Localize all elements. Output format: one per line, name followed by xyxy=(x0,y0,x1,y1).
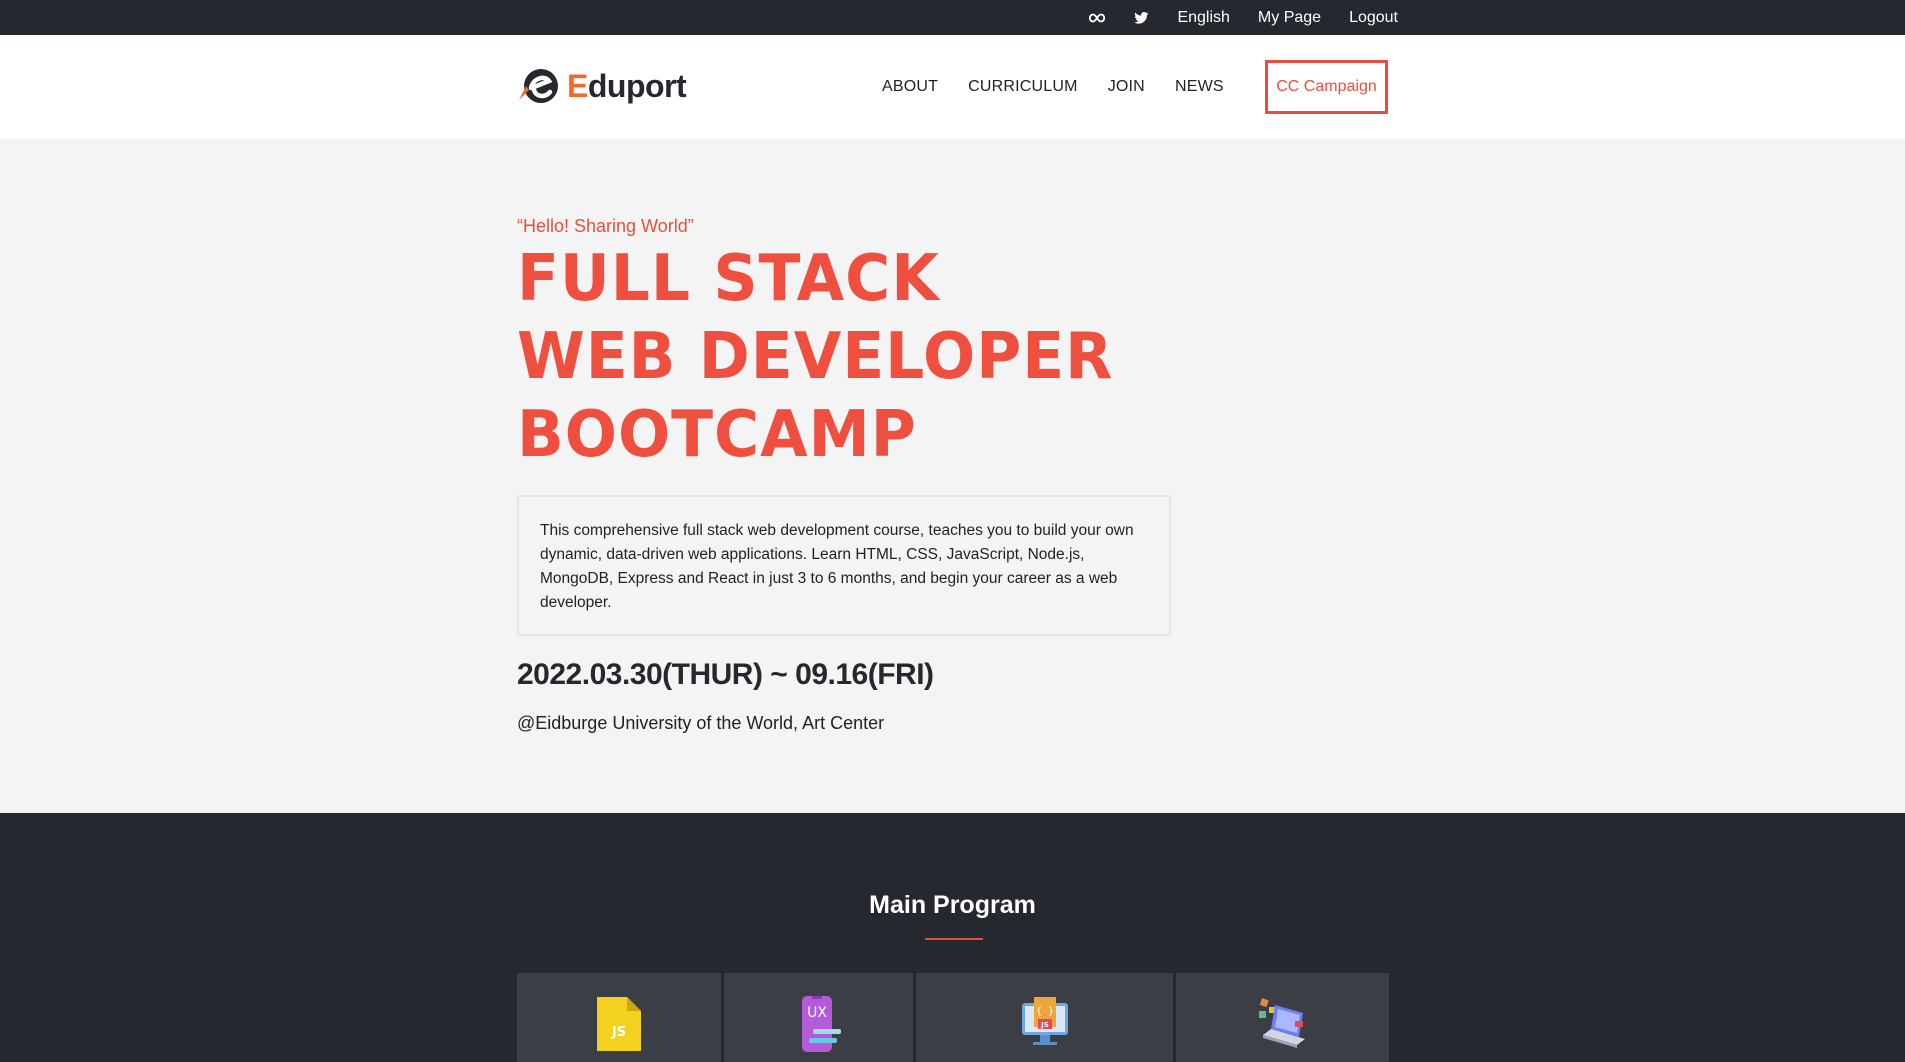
my-page-link[interactable]: My Page xyxy=(1258,9,1321,27)
headline-line-2: WEB DEVELOPER xyxy=(517,320,1114,394)
twitter-bird-icon[interactable] xyxy=(1133,10,1149,26)
nav-about[interactable]: ABOUT xyxy=(882,78,938,96)
top-utility-links: English My Page Logout xyxy=(1089,0,1398,35)
site-logo[interactable]: Eduport xyxy=(517,65,687,107)
program-card-ux[interactable]: UX xyxy=(724,973,913,1062)
main-nav: ABOUT CURRICULUM JOIN NEWS xyxy=(882,35,1224,139)
main-program-section: Main Program JS UX { } JS xyxy=(0,813,1905,1062)
program-card-design[interactable] xyxy=(1176,973,1389,1062)
svg-text:JS: JS xyxy=(611,1025,626,1040)
logo-wordmark: Eduport xyxy=(567,67,687,104)
meta-infinity-icon[interactable] xyxy=(1089,10,1106,26)
course-venue: @Eidburge University of the World, Art C… xyxy=(517,713,885,733)
language-link[interactable]: English xyxy=(1177,9,1229,27)
nav-join[interactable]: JOIN xyxy=(1108,78,1145,96)
title-underline xyxy=(925,938,983,940)
course-description: This comprehensive full stack web develo… xyxy=(517,495,1171,636)
eduport-e-logo-icon xyxy=(519,69,558,103)
hero-tagline: “Hello! Sharing World” xyxy=(517,216,694,236)
headline-line-1: FULL STACK xyxy=(517,242,940,316)
js-file-icon: JS xyxy=(597,997,641,1051)
headline-line-3: BOOTCAMP xyxy=(517,398,917,472)
program-title: Main Program xyxy=(869,891,1036,919)
hero-section: “Hello! Sharing World” FULL STACK WEB DE… xyxy=(0,139,1905,813)
course-dates: 2022.03.30(THUR) ~ 09.16(FRI) xyxy=(517,658,934,691)
laptop-design-icon xyxy=(1258,998,1305,1048)
program-cards: JS UX { } JS xyxy=(517,973,1389,1062)
logout-link[interactable]: Logout xyxy=(1349,9,1398,27)
nav-news[interactable]: NEWS xyxy=(1175,78,1224,96)
main-header: Eduport ABOUT CURRICULUM JOIN NEWS CC Ca… xyxy=(0,35,1905,139)
program-card-web[interactable]: { } JS xyxy=(916,973,1173,1062)
cc-campaign-button[interactable]: CC Campaign xyxy=(1265,60,1388,114)
top-utility-bar: English My Page Logout xyxy=(0,0,1905,35)
nav-curriculum[interactable]: CURRICULUM xyxy=(968,78,1078,96)
svg-text:UX: UX xyxy=(807,1005,827,1021)
svg-text:JS: JS xyxy=(1040,1021,1049,1029)
svg-text:{ }: { } xyxy=(1035,1006,1053,1017)
ux-phone-icon: UX xyxy=(801,996,841,1052)
hero-headline: FULL STACK WEB DEVELOPER BOOTCAMP xyxy=(517,240,1138,474)
program-card-js[interactable]: JS xyxy=(517,973,721,1062)
js-monitor-code-icon: { } JS xyxy=(1021,997,1068,1045)
